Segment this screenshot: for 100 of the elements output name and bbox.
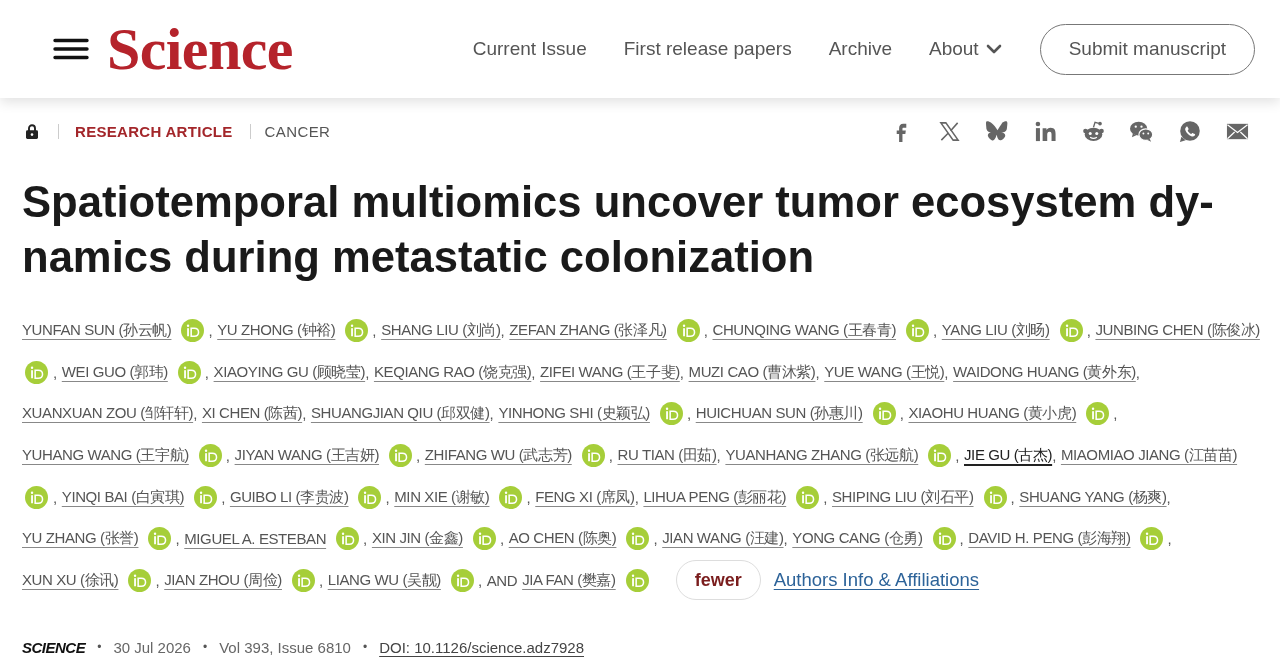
nav-link[interactable]: About [929,38,1002,60]
id-icon[interactable] [128,568,152,592]
id-icon[interactable] [1086,402,1110,426]
author-link[interactable]: CHUNQING WANG (王春青) [712,321,896,341]
author-link[interactable]: MIAOMIAO JIANG (江苗苗) [1060,446,1238,466]
menu-icon[interactable] [53,38,89,60]
author-link[interactable]: SHUANG YANG (杨爽) [1019,487,1167,507]
author-separator: , [716,447,721,465]
subject-link[interactable]: CANCER [264,122,331,140]
author-separator: , [318,571,323,589]
author-link[interactable]: MIGUEL A. ESTEBAN [184,530,327,548]
author-separator: , [679,363,684,381]
author-link[interactable]: XUN XU (徐讯) [22,570,119,590]
id-icon[interactable] [983,485,1007,509]
author-link[interactable]: AO CHEN (陈奥) [508,529,617,549]
id-icon[interactable] [626,527,650,551]
author-link[interactable]: YINQI BAI (白寅琪) [61,487,185,507]
author-separator: , [416,447,420,465]
author-link[interactable]: FENG XI (席凤) [535,487,635,507]
author-link[interactable]: YU ZHANG (张誉) [22,529,139,549]
author-link[interactable]: SHIPING LIU (刘石平) [832,487,974,507]
author-link[interactable]: SHANG LIU (刘尚) [381,321,501,341]
author-link[interactable]: GUIBO LI (李贵波) [229,487,349,507]
in-logo-icon[interactable] [1034,119,1057,143]
author-link[interactable]: JIYAN WANG (王吉妍) [234,446,380,466]
author-link[interactable]: YANG LIU (刘旸) [941,321,1050,341]
author-link[interactable]: ZHIFANG WU (武志芳) [424,446,572,466]
author-separator: , [1166,488,1171,506]
author-link[interactable]: JIAN ZHOU (周俭) [164,570,282,590]
author-link[interactable]: MIN XIE (谢敏) [394,487,490,507]
id-icon[interactable] [625,568,649,592]
id-icon[interactable] [198,444,222,468]
author-link[interactable]: YINHONG SHI (史颖弘) [498,404,650,424]
author-link[interactable]: LIHUA PENG (彭丽花) [643,487,787,507]
id-icon[interactable] [932,527,956,551]
phone-bubble-icon[interactable] [1178,119,1201,143]
author-link[interactable]: RU TIAN (田茹) [617,446,717,466]
id-icon[interactable] [336,527,360,551]
author-separator: , [783,530,788,548]
author-link[interactable]: XIAOHU HUANG (黄小虎) [908,404,1077,424]
author-link[interactable]: YUHANG WANG (王宇航) [22,446,189,466]
id-icon[interactable] [194,485,218,509]
doi-link[interactable]: DOI: 10.1126/science.adz7928 [379,638,584,656]
author-separator: , [1113,405,1118,423]
author-separator: , [53,363,57,381]
author-link[interactable]: WAIDONG HUANG (黄外东) [953,362,1136,382]
fewer-button[interactable]: fewer [675,560,761,601]
author-link[interactable]: SHUANGJIAN QIU (邱双健) [310,404,490,424]
publication-info: Vol 393, Issue 6810 [219,638,351,656]
nav-link[interactable]: Current Issue [472,38,587,60]
author-link[interactable]: YUNFAN SUN (孙云帆) [22,321,172,341]
author-link[interactable]: ZEFAN ZHANG (张泽凡) [509,321,667,341]
author-link[interactable]: WEI GUO (郭玮) [61,362,168,382]
chat-bubbles-icon[interactable] [1130,119,1153,143]
butterfly-icon[interactable] [986,119,1009,143]
id-icon[interactable] [659,402,683,426]
id-icon[interactable] [1140,527,1164,551]
author-link[interactable]: YONG CANG (仓勇) [792,529,923,549]
id-icon[interactable] [872,402,896,426]
id-icon[interactable] [148,527,172,551]
site-logo[interactable]: Science [107,18,293,80]
id-icon[interactable] [389,444,413,468]
id-icon[interactable] [472,527,496,551]
id-icon[interactable] [25,485,48,509]
author-link[interactable]: JIAN WANG (汪建) [662,529,784,549]
id-icon[interactable] [1059,319,1083,343]
author-link[interactable]: ZIFEI WANG (王子斐) [540,362,680,382]
author-separator: , [944,363,949,381]
author-link[interactable]: DAVID H. PENG (彭海翔) [968,529,1131,549]
id-icon[interactable] [499,485,523,509]
id-icon[interactable] [796,485,820,509]
submit-manuscript-button[interactable]: Submit manuscript [1039,23,1255,75]
nav-link[interactable]: Archive [828,38,892,60]
id-icon[interactable] [358,485,382,509]
alien-head-icon[interactable] [1082,119,1105,143]
author-separator: , [175,530,180,548]
nav-link[interactable]: First release papers [623,38,792,60]
article-type-link[interactable]: RESEARCH ARTICLE [75,122,233,140]
id-icon[interactable] [25,360,48,384]
author-link[interactable]: MUZI CAO (曹沐紫) [688,362,816,382]
id-icon[interactable] [928,444,952,468]
author-link[interactable]: YU ZHONG (钟裕) [217,321,336,341]
id-icon[interactable] [345,319,369,343]
id-icon[interactable] [450,568,474,592]
author-link[interactable]: LIANG WU (吴靓) [327,570,441,590]
author-link[interactable]: JUNBING CHEN (陈俊冰) [1095,321,1260,341]
author-link[interactable]: YUANHANG ZHANG (张远航) [725,446,919,466]
author-separator: , [477,571,482,589]
id-icon[interactable] [181,319,205,343]
x-mark-icon[interactable] [938,119,961,143]
id-icon[interactable] [177,360,201,384]
id-icon[interactable] [291,568,315,592]
id-icon[interactable] [906,319,929,343]
author-link[interactable]: JIA FAN (樊嘉) [522,570,616,590]
author-separator: , [815,363,820,381]
authors-info-link[interactable]: Authors Info & Affiliations [773,569,980,592]
id-icon[interactable] [581,444,605,468]
id-icon[interactable] [676,319,700,343]
author-link[interactable]: XIN JIN (金鑫) [371,529,463,549]
author-link[interactable]: HUICHUAN SUN (孙惠川) [695,404,863,424]
